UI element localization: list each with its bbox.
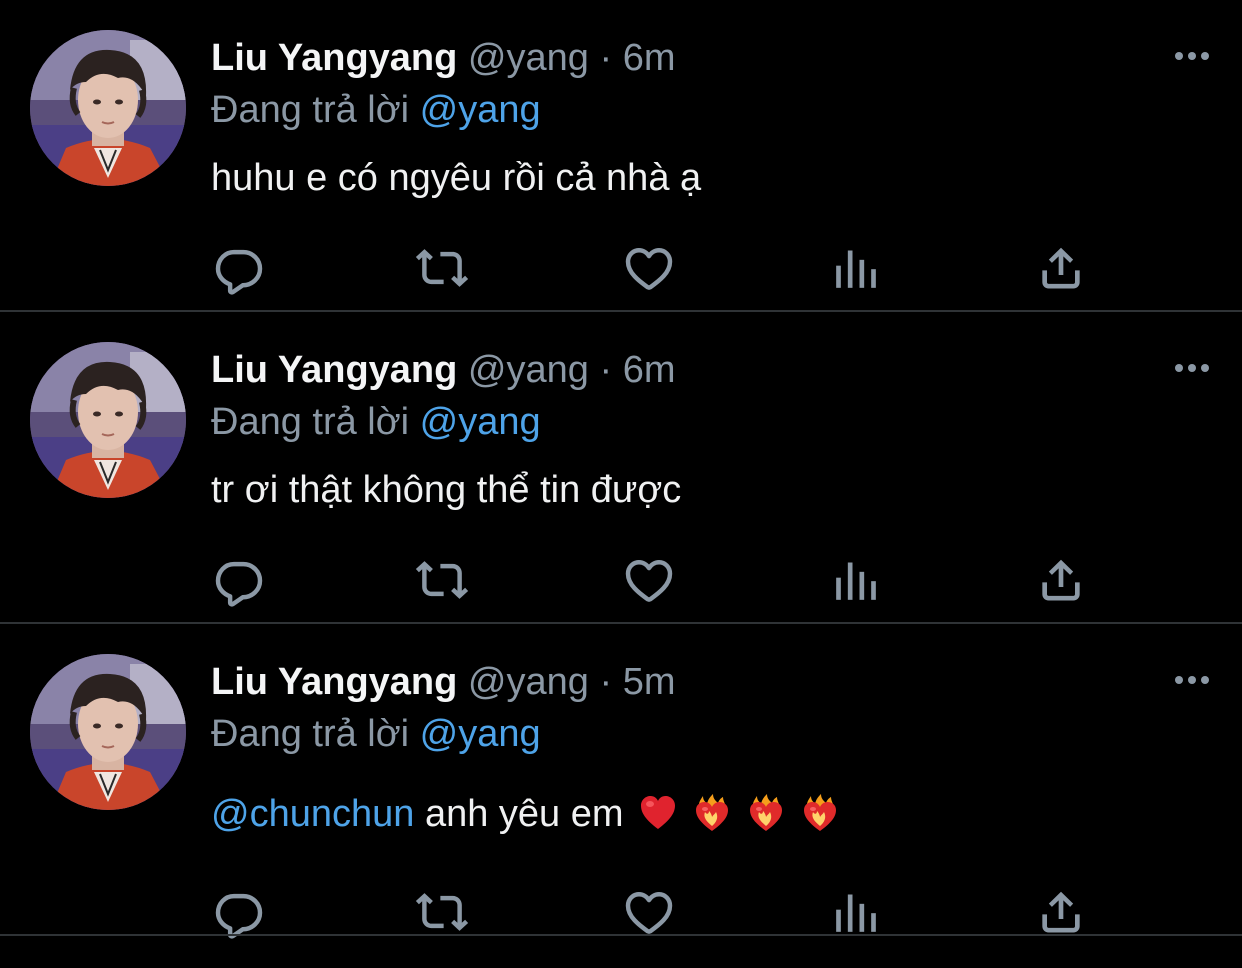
share-icon[interactable]	[1033, 884, 1089, 940]
reply-context: Đang trả lời @yang	[211, 400, 541, 444]
timestamp[interactable]: 6m	[623, 37, 676, 79]
reply-icon[interactable]	[211, 884, 267, 940]
reply-label: Đang trả lời	[211, 713, 410, 755]
tweet[interactable]: Liu Yangyang @yang · 6m Đang trả lời @ya…	[0, 312, 1242, 624]
reply-icon[interactable]	[211, 240, 267, 296]
reply-label: Đang trả lời	[211, 89, 410, 131]
more-icon[interactable]	[1170, 44, 1214, 68]
more-icon[interactable]	[1170, 356, 1214, 380]
display-name[interactable]: Liu Yangyang	[211, 661, 457, 703]
reply-to-mention[interactable]: @yang	[420, 713, 541, 755]
divider	[0, 934, 1242, 936]
analytics-icon[interactable]	[828, 240, 884, 296]
display-name[interactable]: Liu Yangyang	[211, 37, 457, 79]
heart-on-fire-emoji	[800, 793, 840, 833]
reply-context: Đang trả lời @yang	[211, 712, 541, 756]
body-mention[interactable]: @chunchun	[211, 793, 414, 835]
reply-to-mention[interactable]: @yang	[420, 89, 541, 131]
display-name[interactable]: Liu Yangyang	[211, 349, 457, 391]
tweet-text: @chunchun anh yêu em	[211, 792, 840, 836]
tweet[interactable]: Liu Yangyang @yang · 6m Đang trả lời @ya…	[0, 0, 1242, 312]
heart-on-fire-emoji	[746, 793, 786, 833]
like-icon[interactable]	[621, 884, 677, 940]
heart-on-fire-emoji	[692, 793, 732, 833]
analytics-icon[interactable]	[828, 884, 884, 940]
tweet-text-body: anh yêu em	[414, 793, 624, 835]
share-icon[interactable]	[1033, 240, 1089, 296]
separator-dot: ·	[599, 37, 613, 79]
retweet-icon[interactable]	[414, 884, 470, 940]
user-handle[interactable]: @yang	[468, 661, 589, 703]
tweet-text: huhu e có ngyêu rồi cả nhà ạ	[211, 157, 702, 199]
avatar[interactable]	[30, 30, 186, 186]
retweet-icon[interactable]	[414, 552, 470, 608]
share-icon[interactable]	[1033, 552, 1089, 608]
like-icon[interactable]	[621, 552, 677, 608]
timestamp[interactable]: 5m	[623, 661, 676, 703]
tweet-header: Liu Yangyang @yang · 5m	[211, 660, 675, 704]
user-handle[interactable]: @yang	[468, 37, 589, 79]
avatar[interactable]	[30, 654, 186, 810]
tweet[interactable]: Liu Yangyang @yang · 5m Đang trả lời @ya…	[0, 624, 1242, 936]
reply-to-mention[interactable]: @yang	[420, 401, 541, 443]
like-icon[interactable]	[621, 240, 677, 296]
tweet-header: Liu Yangyang @yang · 6m	[211, 348, 675, 392]
retweet-icon[interactable]	[414, 240, 470, 296]
analytics-icon[interactable]	[828, 552, 884, 608]
tweet-text: tr ơi thật không thể tin được	[211, 469, 682, 511]
avatar[interactable]	[30, 342, 186, 498]
reply-context: Đang trả lời @yang	[211, 88, 541, 132]
separator-dot: ·	[599, 349, 613, 391]
more-icon[interactable]	[1170, 668, 1214, 692]
reply-icon[interactable]	[211, 552, 267, 608]
tweet-header: Liu Yangyang @yang · 6m	[211, 36, 675, 80]
separator-dot: ·	[599, 661, 613, 703]
red-heart-emoji	[638, 793, 678, 833]
reply-label: Đang trả lời	[211, 401, 410, 443]
timestamp[interactable]: 6m	[623, 349, 676, 391]
user-handle[interactable]: @yang	[468, 349, 589, 391]
